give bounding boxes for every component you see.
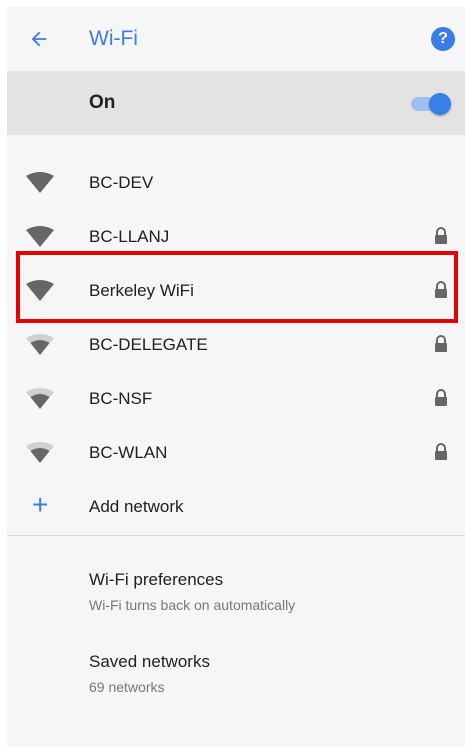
wifi-master-switch-row[interactable]: On bbox=[7, 71, 465, 135]
lock-icon bbox=[435, 227, 447, 244]
add-network-label: Add network bbox=[89, 497, 184, 516]
network-name: BC-LLANJ bbox=[89, 227, 170, 246]
wifi-preferences-title: Wi-Fi preferences bbox=[89, 570, 224, 589]
network-name: BC-DELEGATE bbox=[89, 335, 208, 354]
lock-icon bbox=[435, 335, 447, 352]
toggle-thumb bbox=[429, 93, 451, 115]
wifi-signal-medium-icon bbox=[26, 388, 54, 409]
wifi-signal-strong-icon bbox=[26, 172, 54, 193]
lock-icon bbox=[435, 281, 447, 298]
divider bbox=[7, 535, 465, 536]
wifi-settings-screen: Wi-Fi ? On BC-DEV BC-LLANJ Berkeley WiFi… bbox=[7, 7, 465, 747]
wifi-signal-medium-icon bbox=[26, 334, 54, 355]
plus-icon: + bbox=[32, 489, 49, 520]
arrow-left-icon bbox=[31, 31, 47, 47]
lock-icon bbox=[435, 389, 447, 406]
master-switch-label: On bbox=[89, 92, 116, 113]
network-list: BC-DEV BC-LLANJ Berkeley WiFi BC-DELEGAT… bbox=[7, 156, 465, 534]
wifi-toggle[interactable] bbox=[411, 92, 451, 115]
question-mark-icon: ? bbox=[438, 30, 448, 47]
saved-networks-item[interactable]: Saved networks 69 networks bbox=[89, 652, 449, 695]
network-item[interactable]: BC-NSF bbox=[7, 372, 465, 426]
network-name: BC-WLAN bbox=[89, 443, 168, 462]
page-title: Wi-Fi bbox=[89, 27, 138, 50]
lock-icon bbox=[435, 443, 447, 460]
network-name: BC-NSF bbox=[89, 389, 153, 408]
saved-networks-subtitle: 69 networks bbox=[89, 679, 165, 695]
wifi-preferences-item[interactable]: Wi-Fi preferences Wi-Fi turns back on au… bbox=[89, 570, 449, 613]
network-item[interactable]: BC-DELEGATE bbox=[7, 318, 465, 372]
network-item-selected[interactable]: Berkeley WiFi bbox=[7, 264, 465, 318]
network-name: Berkeley WiFi bbox=[89, 281, 194, 300]
network-item[interactable]: BC-WLAN bbox=[7, 426, 465, 480]
app-bar: Wi-Fi ? bbox=[7, 7, 465, 72]
network-item[interactable]: BC-LLANJ bbox=[7, 210, 465, 264]
network-item[interactable]: BC-DEV bbox=[7, 156, 465, 210]
network-name: BC-DEV bbox=[89, 173, 154, 192]
wifi-preferences-subtitle: Wi-Fi turns back on automatically bbox=[89, 597, 296, 613]
wifi-signal-medium-icon bbox=[26, 442, 54, 463]
saved-networks-title: Saved networks bbox=[89, 652, 210, 671]
help-button[interactable]: ? bbox=[431, 27, 455, 51]
wifi-signal-strong-icon bbox=[26, 280, 54, 301]
add-network-button[interactable]: + Add network bbox=[7, 480, 465, 534]
back-button[interactable] bbox=[25, 25, 53, 53]
wifi-signal-strong-icon bbox=[26, 226, 54, 247]
